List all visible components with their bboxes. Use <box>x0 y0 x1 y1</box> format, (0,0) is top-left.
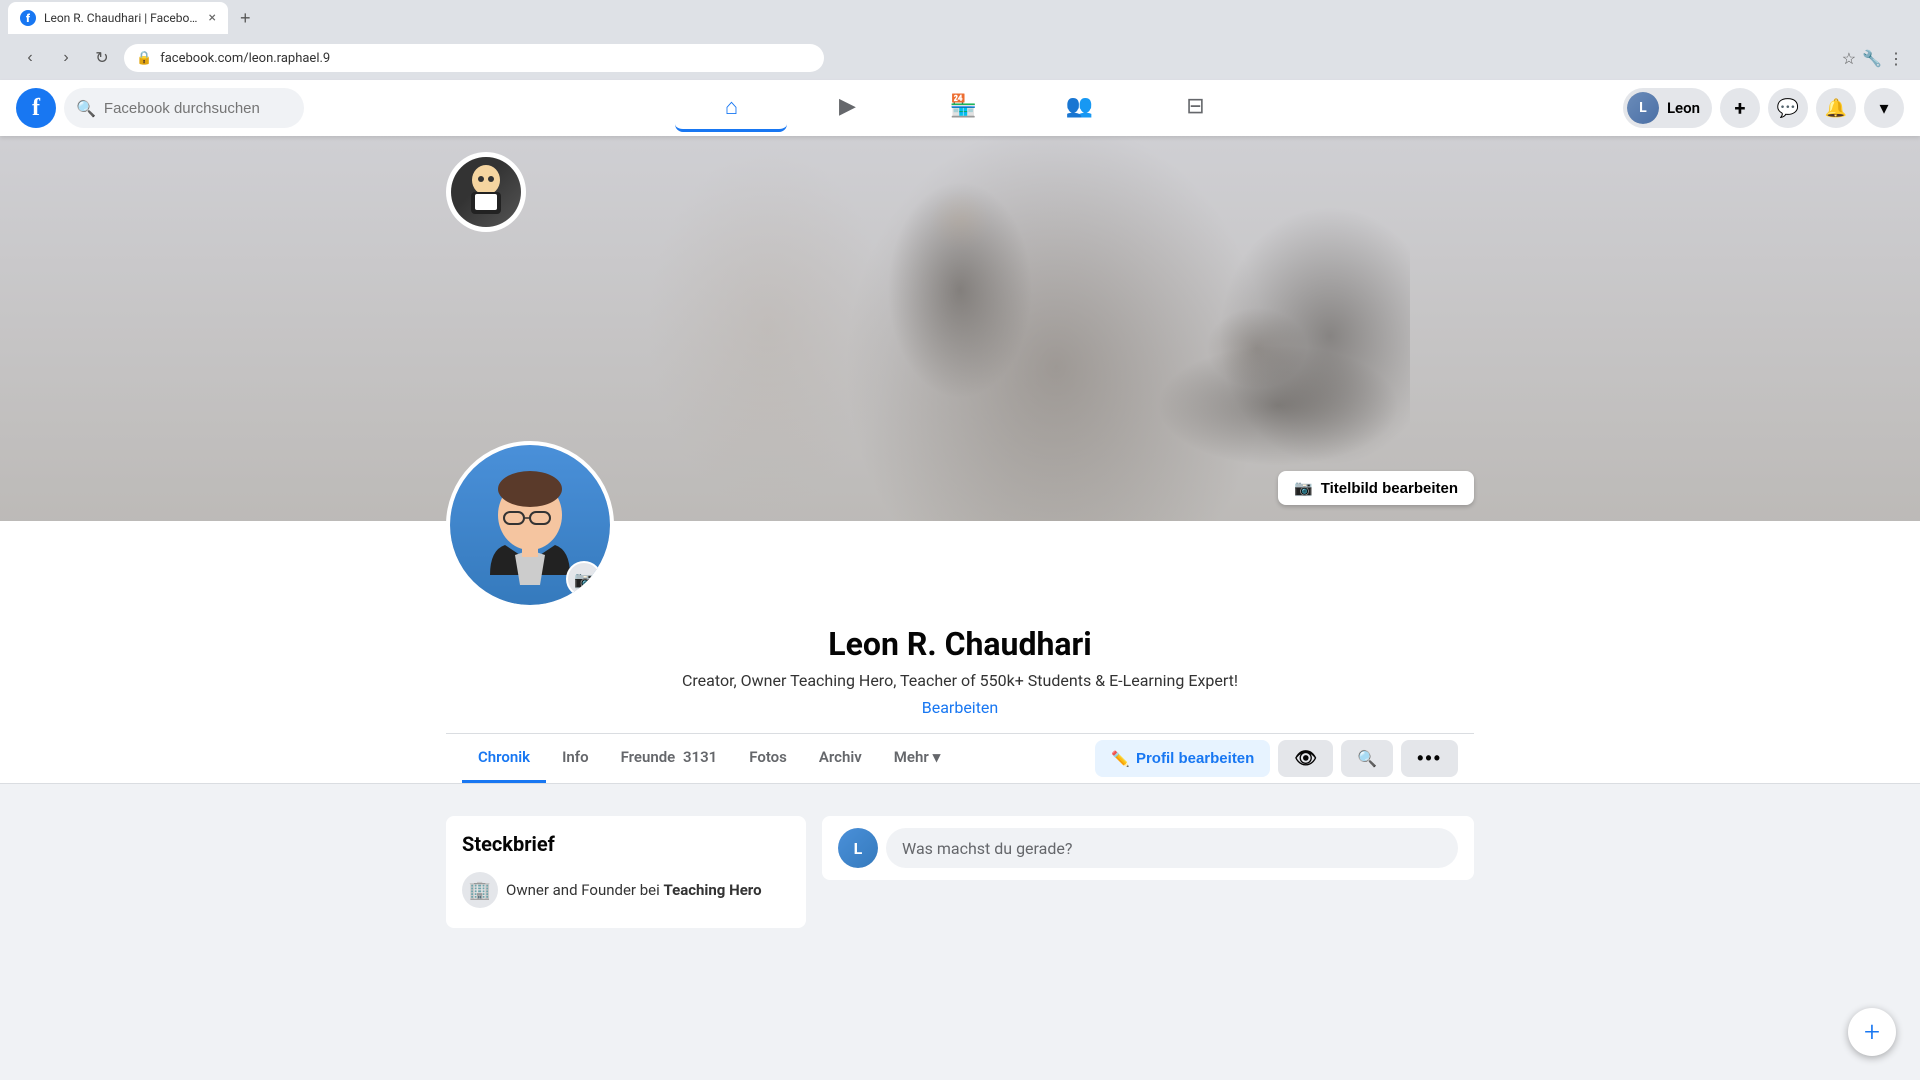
nav-home[interactable]: ⌂ <box>675 84 787 132</box>
search-bar[interactable]: 🔍 <box>64 88 304 128</box>
steckbrief-work-text: Owner and Founder bei Teaching Hero <box>506 881 762 899</box>
tab-close-button[interactable]: × <box>209 10 216 26</box>
post-input-field[interactable]: Was machst du gerade? <box>886 828 1458 868</box>
cover-photo: 📷 Titelbild bearbeiten <box>0 136 1920 521</box>
chevron-down-icon: ▾ <box>1879 98 1888 119</box>
profile-grid: Steckbrief 🏢 Owner and Founder bei Teach… <box>430 816 1490 928</box>
bookmarks-icon[interactable]: ☆ <box>1842 49 1856 68</box>
post-placeholder: Was machst du gerade? <box>902 839 1072 858</box>
work-icon: 🏢 <box>462 872 498 908</box>
facebook-header: f 🔍 ⌂ ▶ 🏪 👥 ⊟ L Leon + <box>0 80 1920 136</box>
reload-button[interactable]: ↻ <box>88 44 116 72</box>
post-user-avatar: L <box>838 828 878 868</box>
watermark-logo <box>446 152 526 232</box>
edit-profile-button[interactable]: ✏️ Profil bearbeiten <box>1095 740 1270 777</box>
profile-nav-freunde[interactable]: Freunde 3131 <box>605 734 734 783</box>
left-column: Steckbrief 🏢 Owner and Founder bei Teach… <box>446 816 806 928</box>
add-icon: + <box>1735 96 1746 120</box>
steckbrief-title: Steckbrief <box>462 832 790 856</box>
more-options-button[interactable]: ••• <box>1401 740 1458 777</box>
avatar-camera-icon: 📷 <box>574 570 594 589</box>
fab-icon: + <box>1864 1018 1880 1046</box>
profile-nav-archiv[interactable]: Archiv <box>803 734 878 783</box>
post-input-row: L Was machst du gerade? <box>838 828 1458 868</box>
marketplace-icon: 🏪 <box>950 94 977 119</box>
new-tab-button[interactable]: + <box>232 4 259 33</box>
watermark-circle <box>446 152 526 232</box>
search-profile-button[interactable]: 🔍 <box>1341 740 1393 777</box>
nav-video[interactable]: ▶ <box>791 84 903 132</box>
forward-button[interactable]: › <box>52 44 80 72</box>
camera-silhouette <box>1210 196 1410 476</box>
tab-title: Leon R. Chaudhari | Facebook <box>44 11 201 25</box>
profile-name-section: Leon R. Chaudhari Creator, Owner Teachin… <box>446 625 1474 733</box>
profile-container: 📷 Titelbild bearbeiten <box>0 136 1920 960</box>
browser-toolbar-right: ☆ 🔧 ⋮ <box>1842 49 1904 68</box>
profile-bio: Creator, Owner Teaching Hero, Teacher of… <box>446 671 1474 690</box>
gaming-icon: ⊟ <box>1186 94 1204 119</box>
logo-letter: f <box>32 95 40 122</box>
mehr-dropdown-icon: ▾ <box>933 748 941 766</box>
main-navigation: ⌂ ▶ 🏪 👥 ⊟ <box>304 84 1623 132</box>
facebook-logo[interactable]: f <box>16 88 56 128</box>
notification-icon: 🔔 <box>1825 98 1847 119</box>
address-bar-row: ‹ › ↻ 🔒 facebook.com/leon.raphael.9 ☆ 🔧 … <box>0 36 1920 80</box>
tab-favicon: f <box>20 10 36 26</box>
header-right: L Leon + 💬 🔔 ▾ <box>1623 88 1904 128</box>
nav-marketplace[interactable]: 🏪 <box>907 84 1019 132</box>
profile-action-buttons: ✏️ Profil bearbeiten 👁 🔍 ••• <box>1095 740 1458 777</box>
user-avatar: L <box>1627 92 1659 124</box>
search-icon: 🔍 <box>76 99 96 118</box>
messenger-button[interactable]: 💬 <box>1768 88 1808 128</box>
home-icon: ⌂ <box>725 94 738 120</box>
video-icon: ▶ <box>839 94 856 119</box>
friends-count: 3131 <box>683 748 717 766</box>
floating-action-button[interactable]: + <box>1848 1008 1896 1056</box>
right-column: L Was machst du gerade? <box>822 816 1474 928</box>
url-text: facebook.com/leon.raphael.9 <box>160 51 330 66</box>
browser-tab[interactable]: f Leon R. Chaudhari | Facebook × <box>8 2 228 34</box>
add-button[interactable]: + <box>1720 88 1760 128</box>
avatar-camera-button[interactable]: 📷 <box>566 561 602 597</box>
profile-name: Leon R. Chaudhari <box>446 625 1474 663</box>
search-input[interactable] <box>104 100 284 117</box>
profile-avatar: 📷 <box>446 441 614 609</box>
edit-icon: ✏️ <box>1111 750 1130 768</box>
profile-avatar-row: 📷 <box>446 521 1474 625</box>
cover-inner: 📷 Titelbild bearbeiten <box>430 136 1490 521</box>
steckbrief-card: Steckbrief 🏢 Owner and Founder bei Teach… <box>446 816 806 928</box>
eye-icon: 👁 <box>1294 748 1317 769</box>
profile-nav-info[interactable]: Info <box>546 734 605 783</box>
more-icon: ••• <box>1417 748 1442 769</box>
edit-bio-link[interactable]: Bearbeiten <box>922 698 999 717</box>
account-menu-button[interactable]: ▾ <box>1864 88 1904 128</box>
search-profile-icon: 🔍 <box>1357 749 1377 769</box>
view-profile-button[interactable]: 👁 <box>1278 740 1333 777</box>
profile-navigation: Chronik Info Freunde 3131 Fotos Archiv M… <box>446 734 1474 783</box>
messenger-icon: 💬 <box>1777 98 1799 119</box>
profile-nav-chronik[interactable]: Chronik <box>462 734 546 783</box>
groups-icon: 👥 <box>1066 94 1093 119</box>
user-name: Leon <box>1667 99 1700 117</box>
camera-icon: 📷 <box>1294 479 1313 497</box>
notifications-button[interactable]: 🔔 <box>1816 88 1856 128</box>
extensions-icon[interactable]: 🔧 <box>1862 49 1882 68</box>
profile-section-inner: 📷 Leon R. Chaudhari Creator, Owner Teach… <box>430 521 1490 783</box>
nav-groups[interactable]: 👥 <box>1023 84 1135 132</box>
nav-gaming[interactable]: ⊟ <box>1139 84 1251 132</box>
edit-cover-label: Titelbild bearbeiten <box>1321 480 1458 497</box>
profile-main-content: Steckbrief 🏢 Owner and Founder bei Teach… <box>0 784 1920 960</box>
user-chip[interactable]: L Leon <box>1623 88 1712 128</box>
menu-icon[interactable]: ⋮ <box>1888 49 1904 68</box>
profile-nav-fotos[interactable]: Fotos <box>733 734 803 783</box>
url-bar[interactable]: 🔒 facebook.com/leon.raphael.9 <box>124 44 824 72</box>
profile-nav-mehr[interactable]: Mehr ▾ <box>878 734 957 783</box>
steckbrief-item-work: 🏢 Owner and Founder bei Teaching Hero <box>462 868 790 912</box>
post-box: L Was machst du gerade? <box>822 816 1474 880</box>
edit-cover-button[interactable]: 📷 Titelbild bearbeiten <box>1278 471 1474 505</box>
profile-info-section: 📷 Leon R. Chaudhari Creator, Owner Teach… <box>0 521 1920 784</box>
back-button[interactable]: ‹ <box>16 44 44 72</box>
